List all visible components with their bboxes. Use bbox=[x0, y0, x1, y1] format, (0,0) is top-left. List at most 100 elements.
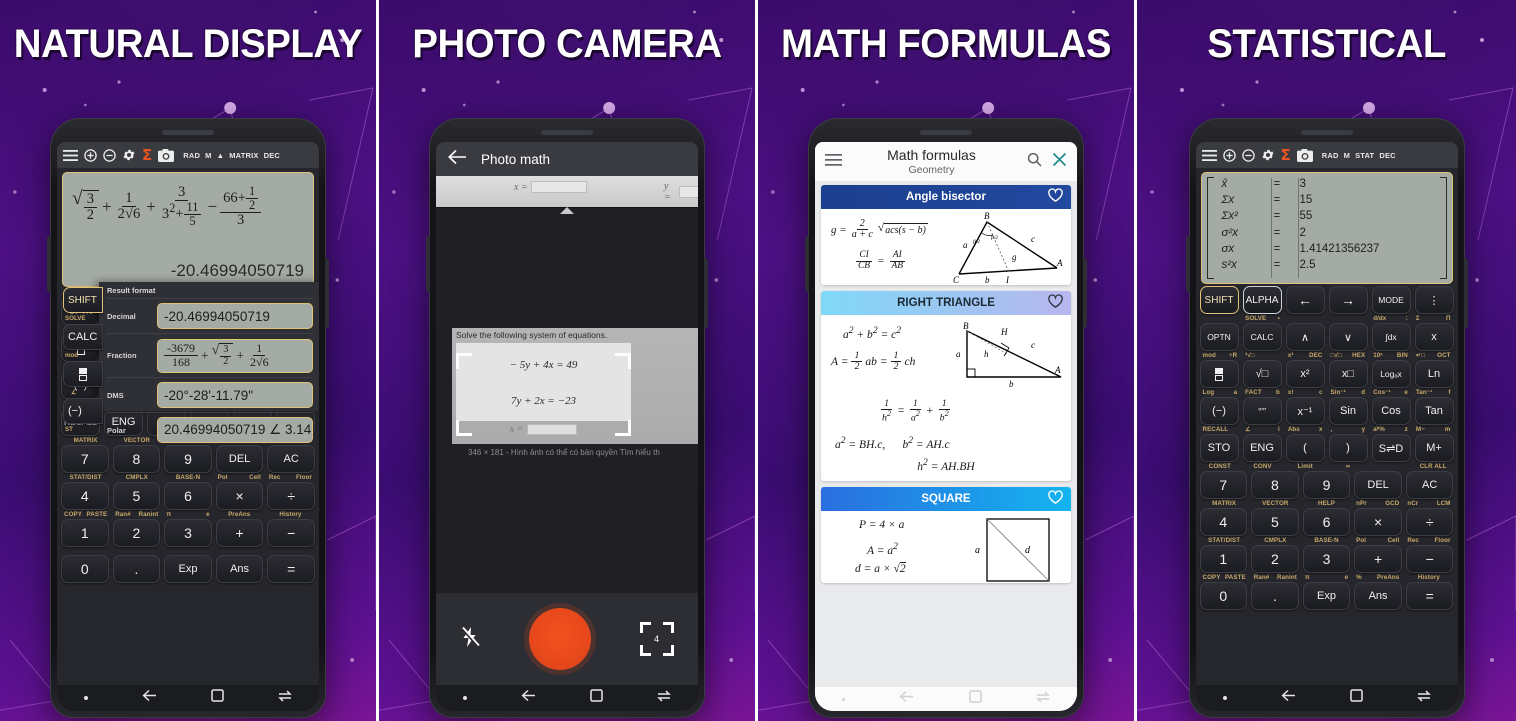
zoom-out-icon[interactable] bbox=[103, 148, 116, 162]
gear-icon[interactable] bbox=[1261, 148, 1275, 162]
shutter-button[interactable] bbox=[528, 608, 591, 670]
key-memory-plus[interactable]: M+ bbox=[1414, 434, 1454, 462]
key-del[interactable]: DEL bbox=[215, 445, 264, 473]
square-recents-icon[interactable] bbox=[211, 689, 224, 707]
key-divide[interactable]: ÷ bbox=[267, 482, 315, 510]
result-row-fraction[interactable]: Fraction -3679 168 + √ 3 2 + 1 2√6 bbox=[107, 333, 313, 377]
zoom-in-icon[interactable] bbox=[84, 148, 97, 162]
switch-icon[interactable] bbox=[1036, 690, 1050, 708]
key-6[interactable]: 6 bbox=[164, 482, 212, 510]
key-x[interactable]: x bbox=[1414, 323, 1454, 351]
key-4[interactable]: 4 bbox=[61, 482, 109, 510]
menu-icon[interactable] bbox=[1201, 149, 1217, 161]
key-minus[interactable]: − bbox=[1405, 545, 1454, 573]
crop-focus-icon[interactable]: 4 bbox=[639, 622, 674, 656]
key-right-arrow[interactable]: → bbox=[1328, 286, 1368, 314]
hamburger-menu-icon[interactable] bbox=[825, 153, 842, 171]
key-ans[interactable]: Ans bbox=[1354, 582, 1402, 610]
key-exp[interactable]: Exp bbox=[164, 555, 212, 583]
square-recents-icon[interactable] bbox=[590, 689, 603, 707]
key-minus[interactable]: − bbox=[267, 519, 315, 547]
key-ac[interactable]: AC bbox=[1405, 471, 1454, 499]
switch-icon[interactable] bbox=[1416, 689, 1431, 707]
result-row-dms[interactable]: DMS -20°-28'-11.79" bbox=[107, 377, 313, 412]
square-recents-icon[interactable] bbox=[968, 690, 982, 708]
key-sin[interactable]: Sin bbox=[1328, 397, 1368, 425]
key-0[interactable]: 0 bbox=[1199, 582, 1248, 610]
key-decimal-point[interactable]: . bbox=[1251, 582, 1299, 610]
back-arrow-icon[interactable] bbox=[1280, 689, 1296, 707]
key-multiply[interactable]: × bbox=[1354, 508, 1402, 536]
key-ln[interactable]: Ln bbox=[1414, 360, 1454, 388]
key-del[interactable]: DEL bbox=[1354, 471, 1402, 499]
key-1[interactable]: 1 bbox=[1199, 545, 1248, 573]
key-x-power[interactable]: x□ bbox=[1328, 360, 1368, 388]
result-row-polar[interactable]: Polar 20.46994050719 ∠ 3.14 bbox=[107, 412, 313, 447]
key-std-toggle[interactable]: S⇌D bbox=[1371, 434, 1411, 462]
key-shift[interactable]: SHIFT bbox=[1199, 286, 1239, 314]
switch-icon[interactable] bbox=[657, 689, 671, 707]
gear-icon[interactable] bbox=[122, 148, 136, 162]
key-sto[interactable]: STO bbox=[1199, 434, 1239, 462]
key-5[interactable]: 5 bbox=[1251, 508, 1299, 536]
key-eng[interactable]: ENG bbox=[1242, 434, 1282, 462]
zoom-out-icon[interactable] bbox=[1241, 148, 1255, 162]
key-alpha[interactable]: ALPHA bbox=[1242, 286, 1282, 314]
key-9[interactable]: 9 bbox=[1302, 471, 1351, 499]
sigma-icon[interactable]: Σ bbox=[1281, 147, 1291, 163]
camera-icon[interactable] bbox=[158, 148, 175, 162]
key-equals[interactable]: = bbox=[1405, 582, 1454, 610]
key-equals[interactable]: = bbox=[267, 555, 315, 583]
key-negative-partial[interactable]: (−) bbox=[63, 398, 103, 424]
camera-icon[interactable] bbox=[1296, 148, 1313, 162]
key-tan[interactable]: Tan bbox=[1414, 397, 1454, 425]
heart-icon[interactable] bbox=[1048, 490, 1063, 507]
sigma-icon[interactable]: Σ bbox=[142, 147, 152, 163]
formula-card[interactable]: Angle bisector g = 2a + c √ acs(s − b) C… bbox=[821, 184, 1071, 285]
key-paren-open[interactable]: ( bbox=[1285, 434, 1325, 462]
key-sqrt[interactable]: √□ bbox=[1242, 360, 1282, 388]
key-integral[interactable]: ∫dx bbox=[1371, 323, 1411, 351]
formula-card[interactable]: SQUARE P = 4 × a A = a2 d = a × √2 a d bbox=[821, 486, 1071, 583]
key-cos[interactable]: Cos bbox=[1371, 397, 1411, 425]
key-divide[interactable]: ÷ bbox=[1405, 508, 1454, 536]
formula-card-list[interactable]: Angle bisector g = 2a + c √ acs(s − b) C… bbox=[815, 181, 1077, 687]
key-8[interactable]: 8 bbox=[112, 445, 161, 473]
heart-icon[interactable] bbox=[1048, 294, 1063, 311]
calculator-display[interactable]: x̄ = 3 Σx = 15 Σx² = 55 σ²x = 2 σx = 1.4… bbox=[1200, 172, 1453, 284]
key-down[interactable]: ∨ bbox=[1328, 323, 1368, 351]
key-paren-close[interactable]: ) bbox=[1328, 434, 1368, 462]
key-exp[interactable]: Exp bbox=[1302, 582, 1351, 610]
back-arrow-icon[interactable] bbox=[521, 689, 536, 707]
key-up[interactable]: ∧ bbox=[1285, 323, 1325, 351]
formula-card[interactable]: RIGHT TRIANGLE a2 + b2 = c2 A = 1 2 ab = 12… bbox=[821, 290, 1071, 481]
camera-viewfinder[interactable]: x = y = Solve the following system of eq… bbox=[436, 176, 698, 593]
key-more-options[interactable]: ⋮ bbox=[1414, 286, 1454, 314]
key-6[interactable]: 6 bbox=[1302, 508, 1351, 536]
y-input-box[interactable] bbox=[679, 186, 698, 198]
flash-off-icon[interactable] bbox=[460, 626, 481, 653]
key-7[interactable]: 7 bbox=[1199, 471, 1248, 499]
switch-icon[interactable] bbox=[278, 689, 292, 707]
key-x-squared[interactable]: x² bbox=[1285, 360, 1325, 388]
menu-icon[interactable] bbox=[63, 149, 78, 161]
key-multiply[interactable]: × bbox=[215, 482, 264, 510]
key-8[interactable]: 8 bbox=[1251, 471, 1299, 499]
heart-icon[interactable] bbox=[1048, 188, 1063, 205]
key-optn[interactable]: OPTN bbox=[1199, 323, 1239, 351]
key-shift[interactable]: SHIFT bbox=[63, 287, 103, 313]
key-2[interactable]: 2 bbox=[112, 519, 161, 547]
key-ac[interactable]: AC bbox=[267, 445, 315, 473]
x-input-box[interactable] bbox=[530, 181, 587, 193]
key-0[interactable]: 0 bbox=[61, 555, 109, 583]
key-fraction[interactable] bbox=[1199, 360, 1239, 388]
key-left-arrow[interactable]: ← bbox=[1285, 286, 1325, 314]
back-arrow-icon[interactable] bbox=[899, 690, 914, 708]
key-9[interactable]: 9 bbox=[164, 445, 212, 473]
key-ans[interactable]: Ans bbox=[215, 555, 264, 583]
search-icon[interactable] bbox=[1027, 152, 1042, 172]
key-dms[interactable]: °′″ bbox=[1242, 397, 1282, 425]
key-negative[interactable]: (−) bbox=[1199, 397, 1239, 425]
key-fraction-partial[interactable] bbox=[63, 361, 103, 387]
result-row-decimal[interactable]: Decimal -20.46994050719 bbox=[107, 298, 313, 333]
